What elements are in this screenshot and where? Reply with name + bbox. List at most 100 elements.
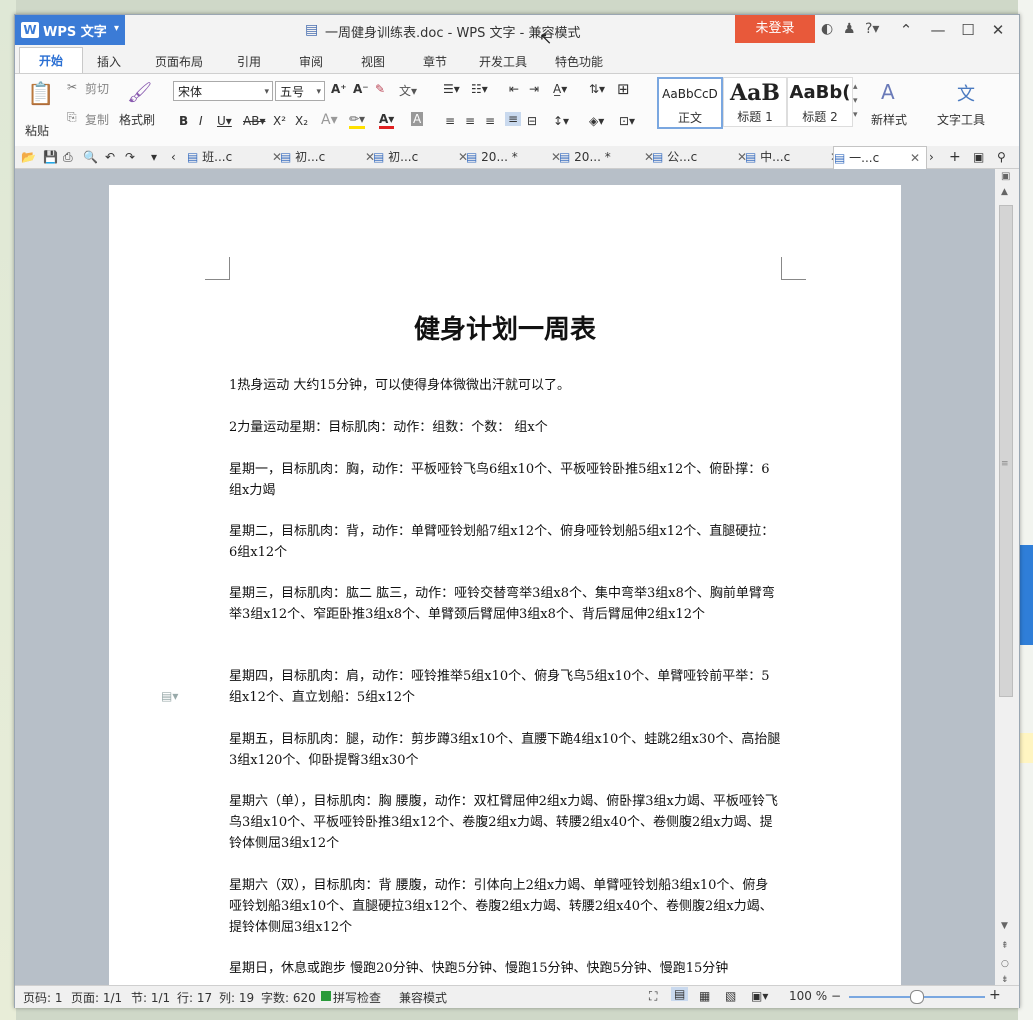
document-page[interactable]: 健身计划一周表 1热身运动 大约15分钟，可以使得身体微微出汗就可以了。 2力量… — [109, 185, 901, 1005]
align-center-icon[interactable]: ≡ — [465, 114, 475, 128]
fullscreen-view-icon[interactable]: ⛶ — [649, 989, 657, 1004]
print-icon[interactable]: ⎙ — [63, 146, 73, 168]
text-direction-icon[interactable]: A̲▾ — [553, 82, 567, 96]
quick-access-menu-icon[interactable]: ▾ — [151, 146, 157, 168]
clear-format-icon[interactable]: ✎ — [375, 82, 385, 96]
copy-icon[interactable]: ⎘ — [67, 110, 77, 125]
phonetic-icon[interactable]: 文▾ — [399, 82, 417, 99]
print-preview-icon[interactable]: 🔍 — [83, 146, 98, 168]
skin-icon[interactable]: ◐ — [821, 21, 833, 37]
italic-icon[interactable]: I — [199, 114, 203, 128]
tab-chapter[interactable]: 章节 — [423, 53, 447, 70]
collapse-ribbon-button[interactable]: ⌃ — [891, 17, 921, 43]
cut-button[interactable]: 剪切 — [85, 80, 109, 97]
font-name-select[interactable]: 宋体 ▾ — [173, 81, 273, 101]
style-normal[interactable]: AaBbCcD 正文 — [657, 77, 723, 129]
underline-icon[interactable]: U▾ — [217, 114, 232, 128]
shirt-icon[interactable]: ♟ — [843, 21, 856, 37]
document-tab[interactable]: ▤ 20... * ✕ — [466, 146, 561, 168]
zoom-out-icon[interactable]: − — [831, 989, 841, 1003]
distributed-icon[interactable]: ⊟ — [527, 114, 537, 128]
copy-button[interactable]: 复制 — [85, 111, 109, 128]
maximize-button[interactable]: ☐ — [953, 17, 983, 43]
zoom-in-icon[interactable]: + — [989, 987, 1001, 1003]
text-effect-icon[interactable]: A▾ — [321, 112, 338, 128]
paste-button[interactable]: 粘贴 — [25, 122, 49, 139]
status-wordcount[interactable]: 字数: 620 — [261, 989, 316, 1006]
scroll-up-icon[interactable]: ▲ — [1001, 187, 1008, 197]
style-heading-2[interactable]: AaBb( 标题 2 — [787, 77, 853, 127]
document-tab[interactable]: ▤ 公...c ✕ — [652, 146, 747, 168]
tab-review[interactable]: 审阅 — [299, 53, 323, 70]
tab-page-layout[interactable]: 页面布局 — [155, 53, 203, 70]
shading-icon[interactable]: ◈▾ — [589, 114, 604, 128]
table-icon[interactable]: ⊞ — [617, 80, 630, 98]
bold-icon[interactable]: B — [179, 114, 188, 128]
shrink-font-icon[interactable]: A⁻ — [353, 82, 369, 96]
scissors-icon[interactable]: ✂ — [67, 80, 77, 94]
borders-icon[interactable]: ⊡▾ — [619, 114, 635, 128]
pin-icon[interactable]: ⚲ — [997, 146, 1006, 168]
format-painter-button[interactable]: 格式刷 — [119, 111, 155, 128]
new-tab-icon[interactable]: + — [949, 146, 961, 168]
next-page-icon[interactable]: ⇟ — [1001, 975, 1009, 985]
format-painter-icon[interactable]: 🖌 — [127, 80, 152, 104]
increase-indent-icon[interactable]: ⇥ — [529, 82, 539, 96]
bullet-list-icon[interactable]: ☰▾ — [443, 82, 460, 96]
decrease-indent-icon[interactable]: ⇤ — [509, 82, 519, 96]
new-style-icon[interactable]: A — [881, 80, 895, 104]
ruler-toggle-icon[interactable]: ▣ — [1001, 171, 1010, 182]
document-tab[interactable]: ▤ 中...c ✕ — [745, 146, 840, 168]
subscript-icon[interactable]: X₂ — [295, 114, 308, 128]
page-view-icon[interactable]: ▤ — [671, 987, 689, 1001]
align-right-icon[interactable]: ≡ — [485, 114, 495, 128]
font-color-icon[interactable]: A▾ — [379, 112, 395, 129]
app-menu-button[interactable]: W WPS 文字 ▾ — [15, 15, 125, 45]
reading-view-icon[interactable]: ▣▾ — [751, 989, 768, 1003]
tab-insert[interactable]: 插入 — [97, 53, 121, 70]
select-browse-object-icon[interactable]: ○ — [1001, 959, 1009, 969]
open-icon[interactable]: 📂 — [21, 146, 36, 168]
help-icon[interactable]: ?▾ — [865, 21, 879, 37]
vertical-scrollbar[interactable]: ▣ ▲ ≡ ▼ ⇞ ○ ⇟ — [995, 169, 1017, 985]
zoom-level[interactable]: 100 % — [789, 989, 827, 1003]
new-style-button[interactable]: 新样式 — [871, 111, 907, 128]
align-left-icon[interactable]: ≡ — [445, 114, 455, 128]
close-tab-icon[interactable]: ✕ — [910, 147, 920, 169]
font-size-select[interactable]: 五号 ▾ — [275, 81, 325, 101]
tab-references[interactable]: 引用 — [237, 53, 261, 70]
document-tab[interactable]: ▤ 初...c ✕ — [373, 146, 468, 168]
numbered-list-icon[interactable]: ☷▾ — [471, 82, 488, 96]
spellcheck-button[interactable]: 拼写检查 — [333, 989, 381, 1006]
strikethrough-icon[interactable]: AB▾ — [243, 114, 265, 128]
tab-list-icon[interactable]: ▣ — [973, 146, 984, 168]
document-tab[interactable]: ▤ 初...c ✕ — [280, 146, 375, 168]
char-shading-icon[interactable]: A — [411, 112, 424, 126]
tab-home[interactable]: 开始 — [19, 47, 83, 74]
paste-icon[interactable]: 📋 — [27, 82, 54, 107]
scroll-down-icon[interactable]: ▼ — [1001, 921, 1008, 931]
save-icon[interactable]: 💾 — [43, 146, 58, 168]
tab-view[interactable]: 视图 — [361, 53, 385, 70]
line-spacing-icon[interactable]: ↕▾ — [553, 114, 569, 128]
text-tools-icon[interactable]: 文 — [957, 80, 975, 106]
grow-font-icon[interactable]: A⁺ — [331, 82, 347, 96]
tab-developer[interactable]: 开发工具 — [479, 53, 527, 70]
document-tab[interactable]: ▤ 班...c ✕ — [187, 146, 282, 168]
document-tab-active[interactable]: ▤ 一...c ✕ — [833, 146, 927, 169]
previous-page-icon[interactable]: ⇞ — [1001, 941, 1009, 951]
minimize-button[interactable]: — — [923, 17, 953, 43]
tabs-scroll-left-icon[interactable]: ‹ — [171, 146, 176, 168]
sort-icon[interactable]: ⇅▾ — [589, 82, 605, 96]
undo-icon[interactable]: ↶ — [105, 146, 115, 168]
tab-special-features[interactable]: 特色功能 — [555, 53, 603, 70]
style-heading-1[interactable]: AaB 标题 1 — [723, 77, 787, 127]
superscript-icon[interactable]: X² — [273, 114, 286, 128]
outline-view-icon[interactable]: ▦ — [699, 989, 710, 1003]
zoom-slider-thumb[interactable] — [910, 990, 924, 1004]
login-button[interactable]: 未登录 — [735, 15, 815, 43]
text-tools-button[interactable]: 文字工具 — [937, 111, 985, 128]
style-scroll-icon[interactable]: ▴ ▾ ▾ — [853, 80, 858, 122]
tabs-scroll-right-icon[interactable]: › — [929, 146, 934, 168]
redo-icon[interactable]: ↷ — [125, 146, 135, 168]
